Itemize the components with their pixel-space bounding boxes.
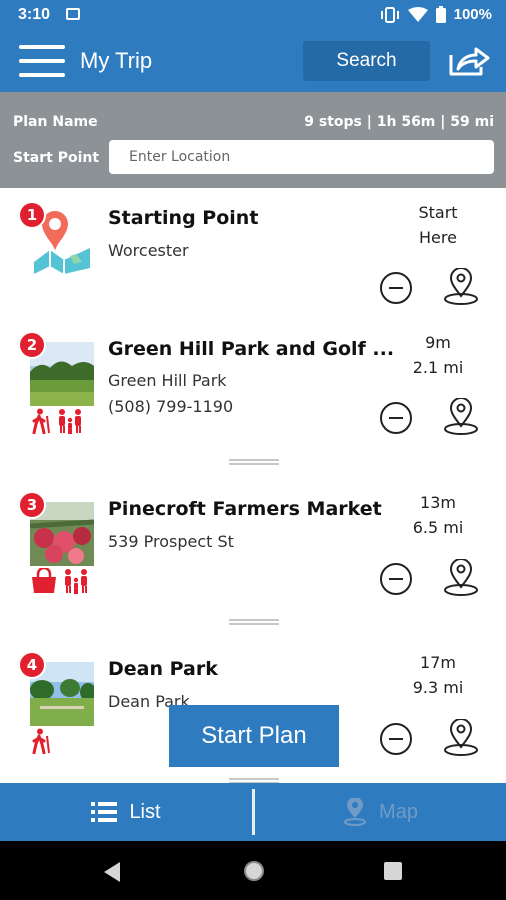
- app-bar: My Trip Search: [0, 30, 506, 92]
- search-button[interactable]: Search: [303, 41, 430, 81]
- stop-name: Dean Park: [108, 658, 218, 680]
- category-icons: [30, 728, 52, 754]
- battery-level: 100%: [453, 6, 492, 23]
- stop-time: 9m 2.1 mi: [398, 330, 478, 380]
- tab-list-label: List: [129, 800, 161, 823]
- battery-icon: [435, 6, 446, 23]
- remove-stop-button[interactable]: [380, 723, 412, 755]
- start-location-input[interactable]: [109, 140, 494, 174]
- drag-handle[interactable]: [229, 459, 279, 465]
- status-bar: 3:10 100%: [0, 0, 506, 30]
- stop-time-top: Start: [418, 203, 458, 222]
- shopping-bag-icon: [32, 568, 56, 593]
- stop-time-bottom: 6.5 mi: [412, 518, 464, 537]
- category-icons: [30, 408, 86, 434]
- stop-location: Worcester: [108, 241, 189, 260]
- status-time: 3:10: [18, 6, 51, 23]
- back-icon[interactable]: [102, 861, 122, 883]
- system-nav-bar: [0, 841, 506, 900]
- stop-row-3[interactable]: 3 Pinecroft Farmers Market 539 Prospect …: [0, 478, 506, 640]
- stop-time-top: 9m: [425, 333, 451, 352]
- location-pin-icon[interactable]: [443, 559, 479, 597]
- wifi-icon: [407, 6, 428, 22]
- remove-stop-button[interactable]: [380, 402, 412, 434]
- image-notification-icon: [66, 8, 80, 20]
- stop-time-bottom: 2.1 mi: [412, 358, 464, 377]
- stop-time: Start Here: [398, 200, 478, 250]
- tab-map-label: Map: [379, 800, 418, 823]
- stop-time-bottom: Here: [419, 228, 457, 247]
- stop-location: Green Hill Park: [108, 371, 227, 390]
- stop-time-top: 13m: [420, 493, 456, 512]
- start-point-label: Start Point: [13, 150, 100, 166]
- stop-number-badge: 2: [18, 331, 46, 359]
- hiking-icon: [32, 728, 50, 754]
- stop-phone[interactable]: (508) 799-1190: [108, 397, 233, 416]
- drag-handle[interactable]: [229, 619, 279, 625]
- stop-number-badge: 4: [18, 651, 46, 679]
- hiking-icon: [32, 408, 50, 434]
- stop-row-1[interactable]: 1 Starting Point Worcester Start Here: [0, 188, 506, 320]
- bottom-tab-bar: List Map: [0, 783, 506, 841]
- stop-name: Pinecroft Farmers Market: [108, 498, 382, 520]
- location-pin-icon[interactable]: [443, 398, 479, 436]
- tab-map[interactable]: Map: [255, 783, 506, 841]
- plan-name-label[interactable]: Plan Name: [13, 114, 98, 130]
- map-pin-icon: [344, 798, 367, 826]
- stop-address: 539 Prospect St: [108, 532, 234, 551]
- home-icon[interactable]: [243, 860, 265, 882]
- category-icons: [30, 568, 92, 594]
- stop-row-2[interactable]: 2 Green Hill Park and Golf ... Green Hil…: [0, 318, 506, 480]
- stop-number-badge: 3: [18, 491, 46, 519]
- family-icon: [65, 569, 87, 594]
- stop-name: Green Hill Park and Golf ...: [108, 338, 395, 360]
- remove-stop-button[interactable]: [380, 272, 412, 304]
- location-pin-icon[interactable]: [443, 719, 479, 757]
- page-title: My Trip: [80, 48, 153, 73]
- start-plan-button[interactable]: Start Plan: [169, 705, 339, 767]
- stop-number-badge: 1: [18, 201, 46, 229]
- location-pin-icon[interactable]: [443, 268, 479, 306]
- recents-icon[interactable]: [384, 862, 402, 880]
- share-icon[interactable]: [448, 45, 490, 77]
- list-icon: [91, 802, 118, 822]
- stop-time-top: 17m: [420, 653, 456, 672]
- stop-name: Starting Point: [108, 207, 259, 229]
- status-icons: 100%: [380, 6, 492, 23]
- stop-time-bottom: 9.3 mi: [412, 678, 464, 697]
- stop-time: 13m 6.5 mi: [398, 490, 478, 540]
- tab-list[interactable]: List: [0, 783, 252, 841]
- stop-time: 17m 9.3 mi: [398, 650, 478, 700]
- vibrate-icon: [380, 6, 399, 23]
- menu-icon[interactable]: [19, 45, 65, 77]
- remove-stop-button[interactable]: [380, 563, 412, 595]
- family-icon: [59, 409, 81, 434]
- plan-stats: 9 stops | 1h 56m | 59 mi: [304, 114, 494, 130]
- plan-summary-bar: Plan Name 9 stops | 1h 56m | 59 mi Start…: [0, 92, 506, 188]
